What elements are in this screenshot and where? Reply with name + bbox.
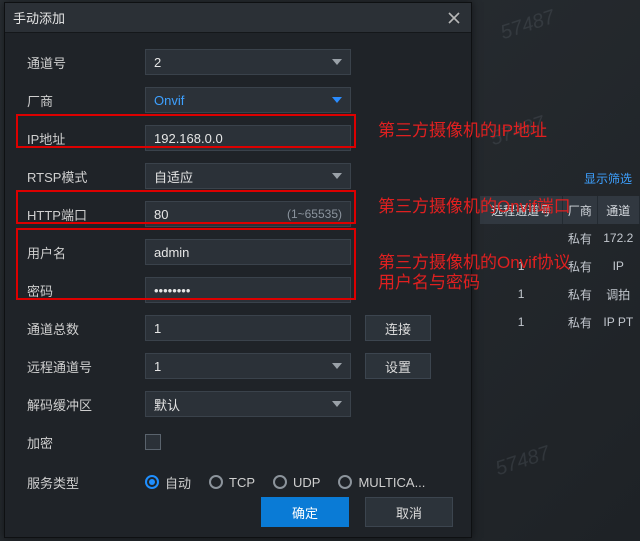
table-row[interactable]: 1私有调拍: [480, 280, 640, 308]
username-label: 用户名: [27, 243, 145, 262]
radio-icon: [209, 475, 223, 489]
channel-label: 通道号: [27, 53, 145, 72]
http-port-value: 80: [154, 207, 168, 222]
rtsp-select[interactable]: 自适应: [145, 163, 351, 189]
http-port-input[interactable]: 80 (1~65535): [145, 201, 351, 227]
cancel-button[interactable]: 取消: [365, 497, 453, 527]
radio-icon: [338, 475, 352, 489]
vendor-select[interactable]: Onvif: [145, 87, 351, 113]
radio-tcp[interactable]: TCP: [209, 475, 255, 490]
watermark: 57487: [493, 442, 553, 481]
encrypt-checkbox[interactable]: [145, 434, 161, 450]
ip-label: IP地址: [27, 129, 145, 148]
annotation-ip: 第三方摄像机的IP地址: [378, 121, 547, 141]
total-channels-label: 通道总数: [27, 319, 145, 338]
radio-udp[interactable]: UDP: [273, 475, 320, 490]
remote-channel-select[interactable]: 1: [145, 353, 351, 379]
http-port-label: HTTP端口: [27, 205, 145, 224]
dialog-titlebar: 手动添加: [5, 3, 471, 33]
radio-multicast[interactable]: MULTICA...: [338, 475, 425, 490]
watermark: 57487: [498, 6, 558, 45]
table-row[interactable]: 1私有IP PT: [480, 308, 640, 336]
ip-input[interactable]: 192.168.0.0: [145, 125, 351, 151]
close-icon[interactable]: [445, 9, 463, 27]
username-input[interactable]: admin: [145, 239, 351, 265]
decode-buffer-select[interactable]: 默认: [145, 391, 351, 417]
connect-button[interactable]: 连接: [365, 315, 431, 341]
remote-channel-label: 远程通道号: [27, 357, 145, 376]
password-label: 密码: [27, 281, 145, 300]
total-channels-input[interactable]: 1: [145, 315, 351, 341]
annotation-cred-line2: 用户名与密码: [378, 273, 480, 293]
radio-icon: [145, 475, 159, 489]
encrypt-label: 加密: [27, 433, 145, 452]
col-channel: 通道: [597, 196, 639, 224]
channel-select[interactable]: 2: [145, 49, 351, 75]
radio-icon: [273, 475, 287, 489]
password-input[interactable]: ••••••••: [145, 277, 351, 303]
ok-button[interactable]: 确定: [261, 497, 349, 527]
decode-buffer-label: 解码缓冲区: [27, 395, 145, 414]
settings-button[interactable]: 设置: [365, 353, 431, 379]
table-row[interactable]: 私有172.2: [480, 224, 640, 252]
http-port-hint: (1~65535): [287, 207, 342, 221]
annotation-port: 第三方摄像机的Onvif端口: [378, 197, 571, 217]
dialog-title: 手动添加: [13, 8, 65, 27]
filter-link[interactable]: 显示筛选: [480, 170, 640, 196]
radio-auto[interactable]: 自动: [145, 473, 191, 492]
annotation-cred-line1: 第三方摄像机的Onvif协议: [378, 253, 571, 273]
service-type-radios: 自动 TCP UDP MULTICA...: [145, 473, 425, 492]
rtsp-label: RTSP模式: [27, 167, 145, 186]
service-type-label: 服务类型: [27, 473, 145, 492]
vendor-label: 厂商: [27, 91, 145, 110]
